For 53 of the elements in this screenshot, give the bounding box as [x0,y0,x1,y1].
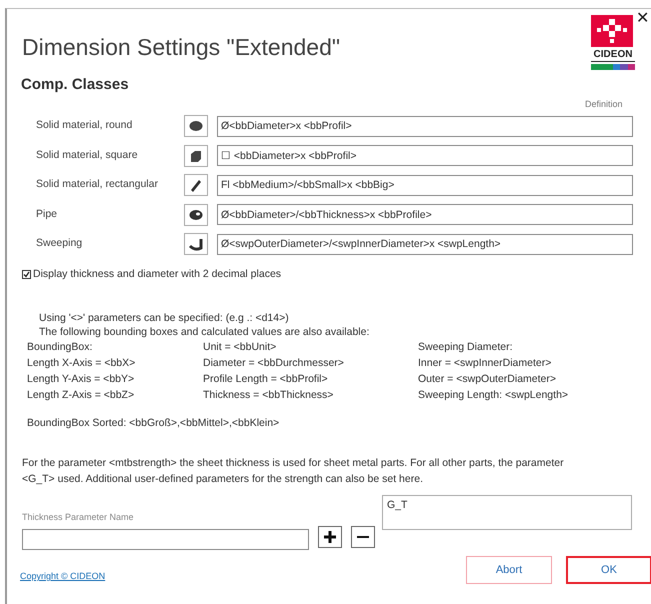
parameter-text: Sweeping Diameter: [418,340,514,355]
dialog-button[interactable]: OK [566,556,651,584]
class-label: Solid material, square [36,148,139,163]
class-label: Solid material, round [36,118,134,134]
definition-field[interactable]: Ø<bbDiameter>x <bbProfil> [217,116,633,137]
parameter-text: BoundingBox Sorted: <bbGroß>,<bbMittel>,<bbKlein> [27,416,280,431]
bent-tube-icon [188,236,204,252]
dialog-button[interactable]: Abort [466,556,552,584]
parameter-text: Sweeping Length: <swpLength> [418,388,570,403]
info-text: The following bounding boxes and calculated values are also available: [39,324,370,339]
logo-text: CIDEON [591,49,635,62]
class-label: Solid material, rectangular [36,177,159,192]
flat-bar-icon [188,177,204,194]
list-item[interactable]: G_T [387,498,627,514]
class-icon-button[interactable] [184,204,208,226]
column-header: Definition [585,98,624,111]
parameter-text: Inner = <swpInnerDiameter> [418,356,552,371]
class-icon-button[interactable] [184,144,208,167]
class-icon-button[interactable] [184,174,208,196]
add-button[interactable] [318,526,342,548]
parameter-text: Unit = <bbUnit> [203,340,278,355]
definition-field[interactable]: Ø<bbDiameter>/<bbThickness>x <bbProfile> [217,204,633,226]
logo-icon [591,15,633,47]
class-icon-button[interactable] [184,115,208,138]
note-text: For the parameter <mtbstrength> the sheet thickness is used for sheet metal parts. For all other parts, the parameter <G_T> used. Additional user-defined parameters for the strength can also be set here. [22,456,565,488]
parameter-text: BoundingBox: [27,340,94,355]
field-label: Thickness Parameter Name [22,511,135,524]
parameter-text: Length Y-Axis = <bbY> [27,372,136,387]
parameter-text: Length Z-Axis = <bbZ> [27,388,136,403]
parameter-list[interactable]: G_T [382,495,632,530]
parameter-text: Outer = <swpOuterDiameter> [418,372,558,387]
parameter-text: Thickness = <bbThickness> [203,388,334,403]
parameter-text: Length X-Axis = <bbX> [27,356,136,371]
definition-field[interactable]: ☐ <bbDiameter>x <bbProfil> [217,145,633,166]
remove-button[interactable] [351,526,375,548]
dialog-title: Dimension Settings "Extended" [22,35,340,60]
section-title: Comp. Classes [21,75,130,96]
class-label: Pipe [36,206,58,222]
definition-field[interactable]: Ø<swpOuterDiameter>/<swpInnerDiameter>x <swpLength> [217,234,633,255]
class-icon-button[interactable] [184,233,208,256]
checkbox-label: Display thickness and diameter with 2 decimal places [33,266,282,282]
color-bar [591,64,635,70]
parameter-text: Diameter = <bbDurchmesser> [203,356,345,371]
close-button[interactable]: ✕ [636,11,649,27]
definition-field[interactable]: Fl <bbMedium>/<bbSmall>x <bbBig> [217,174,633,196]
plus-icon [323,530,337,544]
checkbox[interactable] [22,270,31,280]
minus-icon [357,536,369,538]
info-text: Using '<>' parameters can be specified: (e.g .: <d14>) [39,310,290,325]
thickness-parameter-field[interactable] [22,528,309,550]
class-label: Sweeping [36,236,84,252]
copyright-link[interactable]: Copyright © CIDEON [20,570,106,584]
parameter-text: Profile Length = <bbProfil> [203,372,329,387]
